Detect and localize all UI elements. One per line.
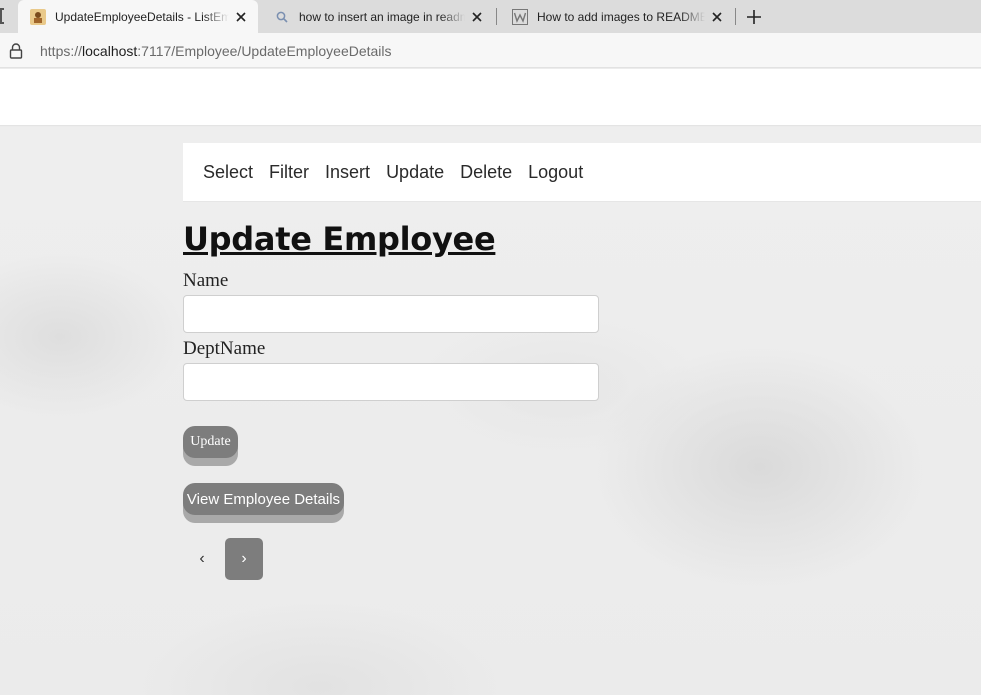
nav-link-insert[interactable]: Insert xyxy=(325,162,370,183)
page-header xyxy=(0,69,981,126)
url-text[interactable]: https://localhost:7117/Employee/UpdateEm… xyxy=(40,43,392,59)
lock-icon[interactable] xyxy=(9,43,23,59)
close-icon[interactable] xyxy=(233,9,249,25)
new-tab-plus-icon[interactable] xyxy=(744,7,764,27)
view-employee-details-button[interactable]: View Employee Details xyxy=(183,483,344,515)
address-bar[interactable]: https://localhost:7117/Employee/UpdateEm… xyxy=(0,33,981,68)
tab-title: How to add images to README.md xyxy=(537,9,705,24)
name-label: Name xyxy=(183,270,229,291)
page-background xyxy=(0,127,981,695)
nav-link-select[interactable]: Select xyxy=(203,162,253,183)
nav-link-delete[interactable]: Delete xyxy=(460,162,512,183)
name-input[interactable] xyxy=(183,295,599,333)
search-icon xyxy=(274,9,290,25)
tab-title: UpdateEmployeeDetails - ListEmployee xyxy=(55,9,229,24)
previous-tab-edge[interactable] xyxy=(0,8,4,24)
deptname-input[interactable] xyxy=(183,363,599,401)
url-scheme: https:// xyxy=(40,43,83,59)
tab-title: how to insert an image in readme xyxy=(299,9,465,24)
nav-link-update[interactable]: Update xyxy=(386,162,444,183)
nav-link-filter[interactable]: Filter xyxy=(269,162,309,183)
url-path: :7117/Employee/UpdateEmployeeDetails xyxy=(137,43,392,59)
url-host: localhost xyxy=(82,43,138,59)
tab-readme-search[interactable]: how to insert an image in readme xyxy=(262,0,494,33)
nav-link-logout[interactable]: Logout xyxy=(528,162,583,183)
deptname-label: DeptName xyxy=(183,338,266,359)
close-icon[interactable] xyxy=(709,9,725,25)
wikihow-icon xyxy=(512,8,528,25)
tab-update-employee-details[interactable]: UpdateEmployeeDetails - ListEmployee xyxy=(18,0,258,33)
tab-separator xyxy=(735,8,736,25)
app-favicon-icon xyxy=(30,8,46,25)
pager-previous-button[interactable]: ‹ xyxy=(183,538,221,580)
browser-tab-strip: UpdateEmployeeDetails - ListEmployee how… xyxy=(0,0,981,33)
tab-separator xyxy=(496,8,497,25)
close-icon[interactable] xyxy=(469,9,485,25)
tab-readme-images[interactable]: How to add images to README.md xyxy=(500,0,734,33)
main-navbar: Select Filter Insert Update Delete Logou… xyxy=(183,143,981,202)
pager-next-button[interactable]: › xyxy=(225,538,263,580)
page-title: Update Employee xyxy=(183,220,496,258)
update-button[interactable]: Update xyxy=(183,426,238,458)
